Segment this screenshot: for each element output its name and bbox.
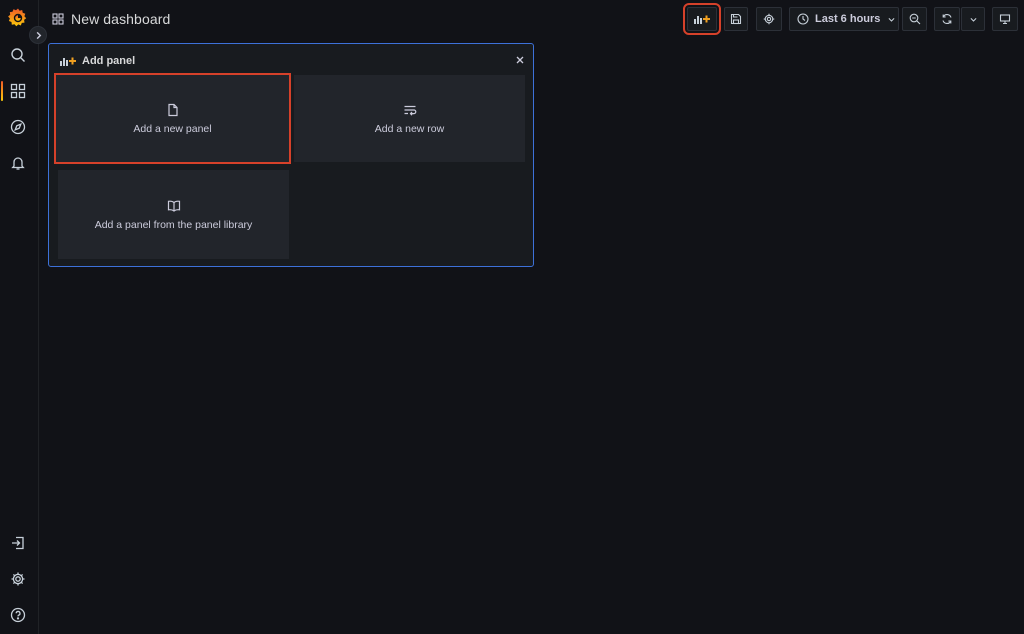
grafana-logo[interactable]	[6, 6, 30, 30]
add-new-row-label: Add a new row	[374, 122, 445, 135]
clock-icon	[797, 13, 809, 25]
save-dashboard-button[interactable]	[724, 7, 748, 31]
sidebar-item-alerting[interactable]	[0, 149, 36, 177]
dashboard-grid-icon	[52, 13, 64, 25]
compass-icon	[10, 119, 26, 135]
add-panel-header[interactable]: Add panel	[59, 54, 135, 68]
chevron-down-icon	[970, 17, 976, 22]
add-panel-title: Add panel	[82, 55, 136, 67]
sidebar-item-sign-in[interactable]	[0, 529, 36, 557]
zoom-out-button[interactable]	[902, 7, 927, 31]
close-button[interactable]	[515, 55, 525, 65]
grafana-app: New dashboard Last 6 hours Add panel Add…	[0, 0, 1024, 634]
add-panel-icon	[694, 15, 710, 24]
add-panel-widget: Add panel Add a new panel Add a new row …	[48, 43, 534, 267]
search-icon	[11, 48, 25, 62]
file-blank-icon	[167, 103, 178, 116]
chevron-down-icon	[888, 17, 895, 22]
page-title[interactable]: New dashboard	[71, 11, 170, 27]
dashboard-breadcrumb: New dashboard	[52, 10, 170, 28]
dashboards-grid-icon	[10, 83, 26, 99]
time-range-picker[interactable]: Last 6 hours	[789, 7, 899, 31]
sidebar-item-configuration[interactable]	[0, 565, 36, 593]
zoom-out-icon	[909, 13, 920, 25]
bell-icon	[11, 157, 25, 170]
time-range-label: Last 6 hours	[815, 13, 881, 25]
refresh-icon	[942, 13, 952, 25]
sidebar-item-search[interactable]	[0, 41, 36, 69]
monitor-icon	[999, 14, 1011, 25]
save-icon	[730, 13, 742, 25]
close-icon	[516, 56, 524, 64]
sidebar-expand-button[interactable]	[29, 26, 47, 44]
view-mode-button[interactable]	[992, 7, 1018, 31]
gear-icon	[763, 13, 775, 25]
wrap-text-icon	[404, 105, 416, 116]
dashboard-settings-button[interactable]	[756, 7, 782, 31]
help-icon	[10, 607, 26, 623]
sidebar-item-help[interactable]	[0, 601, 36, 629]
refresh-interval-picker[interactable]	[961, 7, 985, 31]
add-new-panel-button[interactable]: Add a new panel	[54, 73, 291, 164]
add-new-row-button[interactable]: Add a new row	[294, 75, 525, 162]
sidebar-item-explore[interactable]	[0, 113, 36, 141]
add-new-panel-label: Add a new panel	[133, 122, 212, 135]
add-panel-button[interactable]	[683, 3, 721, 35]
sidebar	[0, 0, 47, 634]
gear-icon	[11, 572, 25, 586]
add-library-panel-label: Add a panel from the panel library	[94, 218, 253, 231]
add-library-panel-button[interactable]: Add a panel from the panel library	[58, 170, 289, 259]
refresh-button[interactable]	[934, 7, 960, 31]
add-panel-icon	[60, 57, 76, 66]
sign-in-icon	[12, 536, 24, 550]
chevron-right-icon	[36, 31, 41, 39]
sidebar-item-dashboards[interactable]	[0, 77, 36, 105]
book-open-icon	[167, 200, 180, 212]
